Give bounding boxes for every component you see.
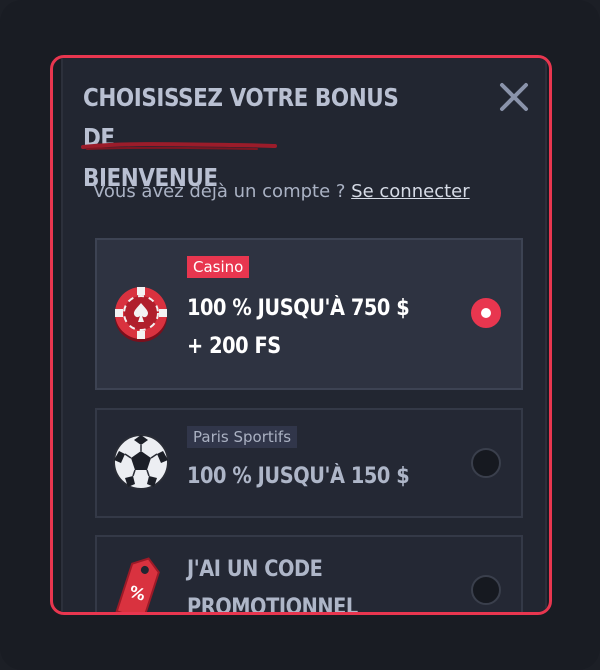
bonus-option-casino[interactable]: Casino 100 % JUSQU'À 750 $ + 200 FS — [95, 238, 523, 390]
soccer-ball-icon — [113, 434, 169, 490]
title-underline-brush — [81, 142, 277, 150]
radio-casino-selected[interactable] — [471, 298, 501, 328]
radio-sports[interactable] — [471, 448, 501, 478]
modal-title: CHOISISSEZ VOTRE BONUS DE BIENVENUE — [83, 78, 410, 198]
offer-line-1: 100 % JUSQU'À 750 $ — [187, 296, 410, 321]
offer-line-1: 100 % JUSQU'À 150 $ — [187, 464, 410, 489]
close-button[interactable] — [495, 78, 533, 116]
modal-panel: CHOISISSEZ VOTRE BONUS DE BIENVENUE Vous… — [61, 58, 547, 615]
casino-chip-icon — [115, 287, 167, 342]
login-link[interactable]: Se connecter — [351, 181, 469, 202]
offer-text: 100 % JUSQU'À 750 $ + 200 FS — [187, 290, 410, 366]
promo-tag-icon: % — [115, 557, 160, 612]
offer-line-1: J'AI UN CODE — [187, 557, 323, 582]
offer-line-2: + 200 FS — [187, 334, 281, 359]
bonus-option-sports[interactable]: Paris Sportifs 100 % JUSQU'À 150 $ — [95, 408, 523, 518]
login-prompt-line: Vous avez déjà un compte ? Se connecter — [93, 181, 470, 202]
offer-text: J'AI UN CODE PROMOTIONNEL — [187, 551, 358, 615]
radio-promo-code[interactable] — [471, 575, 501, 605]
tag-casino: Casino — [187, 256, 250, 278]
offer-text: 100 % JUSQU'À 150 $ — [187, 458, 410, 496]
offer-line-2: PROMOTIONNEL — [187, 595, 358, 615]
login-prompt-text: Vous avez déjà un compte ? — [93, 181, 346, 202]
tag-sports: Paris Sportifs — [187, 426, 298, 448]
bonus-option-promo-code[interactable]: % J'AI UN CODE PROMOTIONNEL — [95, 535, 523, 615]
close-icon — [500, 83, 528, 111]
welcome-bonus-modal: CHOISISSEZ VOTRE BONUS DE BIENVENUE Vous… — [50, 55, 552, 615]
